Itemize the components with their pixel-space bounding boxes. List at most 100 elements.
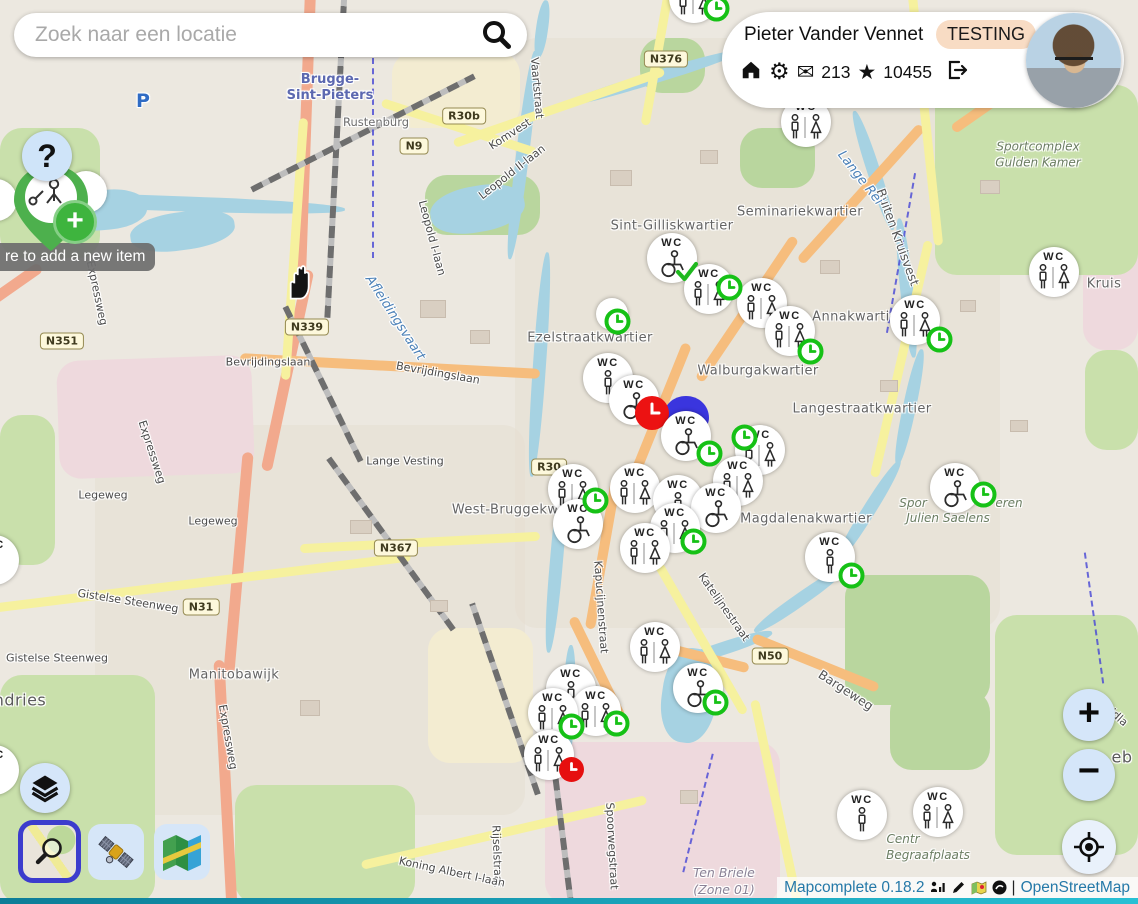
search-icon[interactable] [480, 18, 514, 52]
marker-wc-label: WC [1043, 252, 1065, 263]
green-clock-badge [716, 274, 743, 301]
changesets-star-icon[interactable]: ★ [857, 62, 876, 83]
map-pk-shape [56, 355, 255, 480]
marker-wc-label: WC [727, 461, 749, 472]
red-clock-badge [558, 756, 585, 783]
map-g-shape [235, 785, 415, 904]
marker-wc-label: WC [667, 480, 689, 491]
person-icon [823, 549, 837, 576]
map-building [300, 700, 320, 716]
green-clock-badge [970, 481, 997, 508]
road-ref-badge: R30b [442, 108, 486, 125]
map-label: Centr [886, 832, 919, 848]
marker-wc-label: WC [675, 416, 697, 427]
marker-wc-label: WC [687, 668, 709, 679]
toilet-map-marker[interactable]: WC [610, 463, 660, 513]
map-building [430, 600, 448, 612]
man-woman-icon [1036, 264, 1072, 291]
green-clock-badge [797, 338, 824, 365]
zoom-out-button[interactable]: − [1063, 749, 1115, 801]
logout-icon[interactable] [945, 59, 969, 86]
green-clock-badge [558, 713, 585, 740]
wheelchair-icon [940, 480, 970, 507]
green-clock-badge [702, 689, 729, 716]
road-ref-badge: N31 [183, 599, 220, 616]
green-clock-badge [926, 326, 953, 353]
green-clock-badge [703, 0, 730, 22]
add-plus-icon[interactable]: + [53, 200, 97, 244]
man-woman-icon [920, 804, 956, 831]
zoom-in-button[interactable]: + [1063, 689, 1115, 741]
map-building [350, 520, 372, 534]
marker-wc-label: WC [562, 469, 584, 480]
green-clock-badge [582, 487, 609, 514]
geolocate-button[interactable] [1062, 820, 1116, 874]
settings-gear-icon[interactable]: ⚙ [769, 61, 790, 84]
map-building [960, 300, 976, 312]
marker-wc-label: WC [0, 750, 5, 761]
background-layer-osm-button[interactable] [18, 820, 81, 883]
layers-button[interactable] [20, 763, 70, 813]
map-label: Afleidingsvaart [362, 273, 428, 363]
attribution-osm-link[interactable]: OpenStreetMap [1021, 879, 1130, 897]
man-woman-icon [788, 114, 824, 141]
person-icon [855, 807, 869, 834]
green-clock-badge [838, 562, 865, 589]
attribution-separator: | [1012, 879, 1016, 897]
home-icon[interactable] [740, 59, 762, 86]
background-layer-map-button[interactable] [154, 824, 210, 880]
toilet-map-marker[interactable]: WC [1029, 247, 1079, 297]
marker-wc-label: WC [661, 238, 683, 249]
map-label: Gistelse Steenweg [6, 652, 108, 665]
map-label: Brugge- Sint-Pieters [287, 72, 374, 105]
mapcomplete-app: Brugge- Sint-PietersRustenburgKomvestVaa… [0, 0, 1138, 904]
road-ref-badge: N339 [285, 319, 329, 336]
road-ref-badge: N367 [374, 540, 418, 557]
marker-wc-label: WC [634, 528, 656, 539]
marker-wc-label: WC [0, 540, 5, 551]
marker-wc-label: WC [542, 693, 564, 704]
changesets-count: 10455 [883, 62, 932, 83]
marker-wc-label: WC [927, 792, 949, 803]
satellite-icon [95, 831, 137, 873]
green-clock-badge [604, 308, 631, 335]
osm-community-icon[interactable] [992, 880, 1007, 895]
messages-count: 213 [821, 62, 850, 83]
marker-wc-label: WC [624, 468, 646, 479]
man-woman-icon [637, 639, 673, 666]
check-badge [675, 261, 699, 283]
toilet-map-marker[interactable]: WC [837, 790, 887, 840]
wheelchair-icon [701, 500, 731, 527]
map-label: Begraafplaats [886, 848, 970, 864]
marker-wc-label: WC [585, 691, 607, 702]
marker-wc-label: WC [623, 380, 645, 391]
map-rs-shape [0, 262, 44, 337]
map-building [610, 170, 632, 186]
background-layer-satellite-button[interactable] [88, 824, 144, 880]
user-name[interactable]: Pieter Vander Vennet [744, 24, 923, 46]
stats-icon[interactable] [930, 880, 946, 895]
toilet-map-marker[interactable]: WC [630, 622, 680, 672]
help-button[interactable]: ? [22, 131, 72, 181]
theme-map-icon[interactable] [971, 881, 987, 895]
attribution-app-link[interactable]: Mapcomplete 0.18.2 [784, 879, 924, 897]
testing-badge: TESTING [936, 20, 1036, 49]
toilet-map-marker[interactable]: WC [913, 787, 963, 837]
messages-envelope-icon[interactable]: ✉ [797, 62, 815, 83]
toilet-map-marker[interactable]: WC [620, 523, 670, 573]
map-g2-shape [890, 690, 990, 770]
map-label: P [136, 90, 150, 112]
marker-wc-label: WC [904, 300, 926, 311]
map-building [820, 260, 840, 274]
green-clock-badge [696, 440, 723, 467]
pencil-icon[interactable] [951, 880, 966, 895]
map-building [680, 790, 698, 804]
road-ref-badge: N9 [400, 138, 429, 155]
map-canvas[interactable]: Brugge- Sint-PietersRustenburgKomvestVaa… [0, 0, 1138, 904]
map-g-shape [995, 615, 1138, 855]
wheelchair-icon [563, 516, 593, 543]
marker-wc-label: WC [560, 669, 582, 680]
search-input[interactable] [33, 22, 480, 48]
crosshair-icon [1072, 830, 1106, 864]
avatar[interactable] [1026, 13, 1121, 108]
